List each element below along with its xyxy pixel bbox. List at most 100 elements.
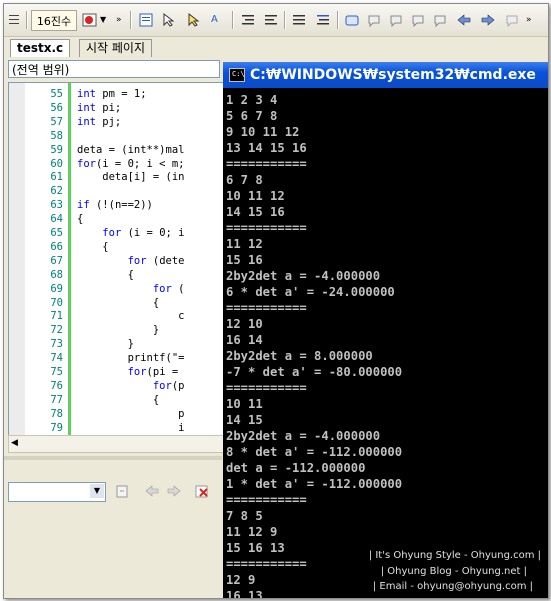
toolbar-separator <box>232 11 234 29</box>
code-line: p <box>77 407 185 420</box>
line-number: 79 <box>50 421 63 434</box>
goto-output-icon[interactable] <box>114 483 130 499</box>
console-line: 13 14 15 16 <box>226 141 307 155</box>
clear-all-icon[interactable] <box>194 483 210 499</box>
console-line: 8 * det a' = -112.000000 <box>226 445 403 459</box>
line-number: 63 <box>50 199 63 212</box>
scope-dropdown[interactable]: (전역 범위) <box>8 60 220 78</box>
console-line: 1 2 3 4 <box>226 93 278 107</box>
list-icon[interactable] <box>291 12 307 28</box>
line-number: 75 <box>50 366 63 378</box>
align-right-icon[interactable] <box>263 12 279 28</box>
console-line: 10 11 12 <box>226 189 285 203</box>
bookmark-prev-icon[interactable] <box>366 12 382 28</box>
line-number: 57 <box>50 115 63 128</box>
dropdown-arrow-icon[interactable]: ▼ <box>100 12 108 28</box>
scroll-left-icon[interactable]: ◀ <box>11 438 18 448</box>
code-line: for(p <box>152 379 185 392</box>
code-line: { <box>77 213 84 226</box>
toolbar-separator <box>26 11 28 29</box>
line-number: 71 <box>50 310 63 323</box>
indent-icon[interactable] <box>6 12 22 28</box>
console-line: 2by2det a = -4.000000 <box>226 429 381 443</box>
code-editor[interactable]: 55 56 57 58 59 60 61 62 63 64 65 66 67 68 69 70 71 72 73 74… <box>8 82 225 436</box>
console-title-bar[interactable]: C:\ C:₩WINDOWS₩system32₩cmd.exe <box>223 62 548 88</box>
screenshot-frame: 16진수 ▼ » A » testx.c 시작 페이지 (전역 범위) 55 5… <box>3 3 549 599</box>
line-number: 56 <box>50 101 63 114</box>
toolbar-overflow-icon[interactable]: » <box>116 12 124 28</box>
console-line: 14 15 <box>226 413 263 427</box>
align-left-icon[interactable] <box>240 12 256 28</box>
toolbar-separator <box>337 11 339 29</box>
console-line: 1 * det a' = -112.000000 <box>226 477 403 491</box>
code-line: printf("= <box>77 352 185 365</box>
pane-divider[interactable] <box>4 456 222 460</box>
code-line: { <box>77 393 160 406</box>
line-number: 59 <box>50 143 63 156</box>
code-line: } <box>77 324 160 337</box>
document-tabs: testx.c 시작 페이지 <box>4 37 548 57</box>
pointer-select-icon[interactable] <box>186 12 202 28</box>
console-line: 9 10 11 12 <box>226 125 300 139</box>
line-number: 76 <box>50 379 63 392</box>
line-number: 65 <box>50 227 63 239</box>
tab-start-page[interactable]: 시작 페이지 <box>79 39 153 57</box>
code-line: deta[i] = (in <box>77 171 185 184</box>
console-output: 1 2 3 4 5 6 7 8 9 10 11 12 13 14 15 16 =====… <box>226 92 403 598</box>
console-icon: C:\ <box>229 68 245 82</box>
console-line: =========== <box>226 301 307 315</box>
bookmark-next-icon[interactable] <box>388 12 404 28</box>
clear-bookmarks-icon[interactable] <box>504 12 520 28</box>
output-source-dropdown[interactable]: ▼ <box>8 482 106 502</box>
console-line: 7 8 5 <box>226 509 263 523</box>
output-pane <box>4 456 222 598</box>
line-number: 58 <box>50 129 63 142</box>
line-number: 55 <box>50 88 63 100</box>
editor-gutter <box>9 83 25 435</box>
bookmark-icon[interactable] <box>344 12 360 28</box>
window-list-icon[interactable] <box>138 12 154 28</box>
forward-icon[interactable] <box>480 12 496 28</box>
code-line: for ( <box>152 282 185 295</box>
back-icon[interactable] <box>456 12 472 28</box>
line-number: 62 <box>50 185 63 198</box>
bookmark-file-icon[interactable] <box>432 12 448 28</box>
toolbar-separator <box>284 11 286 29</box>
console-window[interactable]: C:\ C:₩WINDOWS₩system32₩cmd.exe 1 2 3 4 5… <box>223 62 548 598</box>
console-line: 2by2det a = 8.000000 <box>226 349 373 363</box>
console-line: det a = -112.000000 <box>226 461 366 475</box>
line-number: 72 <box>50 324 63 337</box>
comment-icon[interactable] <box>315 12 331 28</box>
code-line: { <box>77 296 160 309</box>
console-line: 16 14 <box>226 333 263 347</box>
code-line: if (!(n==2)) <box>77 199 153 212</box>
console-line: 5 6 7 8 <box>226 109 278 123</box>
code-line: for (dete <box>127 254 185 267</box>
console-line: -7 * det a' = -80.000000 <box>226 365 403 379</box>
line-number: 67 <box>50 254 63 267</box>
hex-display-button[interactable]: 16진수 <box>31 10 77 31</box>
watermark-line: | Ohyung Blog - Ohyung.net | <box>380 566 527 577</box>
console-line: 15 16 <box>226 253 263 267</box>
line-number: 66 <box>50 240 63 253</box>
chevron-down-icon[interactable]: ▼ <box>90 484 104 498</box>
output-pane-toolbar: ▼ <box>8 479 222 505</box>
cursor-arrow-icon[interactable] <box>161 12 177 28</box>
console-line: 14 15 16 <box>226 205 285 219</box>
line-number: 68 <box>50 268 63 281</box>
line-number: 77 <box>50 393 63 406</box>
console-line: 12 10 <box>226 317 263 331</box>
breakpoint-icon[interactable] <box>82 12 98 28</box>
next-message-icon[interactable] <box>166 483 182 499</box>
console-title: C:₩WINDOWS₩system32₩cmd.exe <box>250 67 536 83</box>
toolbar-separator <box>130 11 132 29</box>
console-line: 11 12 9 <box>226 525 278 539</box>
font-size-icon[interactable]: A <box>211 12 227 28</box>
line-number: 61 <box>50 171 63 184</box>
previous-message-icon[interactable] <box>144 483 160 499</box>
horizontal-scrollbar[interactable]: ◀ <box>8 435 225 453</box>
console-line: =========== <box>226 157 307 171</box>
tab-testx-c[interactable]: testx.c <box>10 39 71 57</box>
bookmark-folder-icon[interactable] <box>410 12 426 28</box>
toolbar-overflow-icon[interactable]: » <box>526 12 534 28</box>
